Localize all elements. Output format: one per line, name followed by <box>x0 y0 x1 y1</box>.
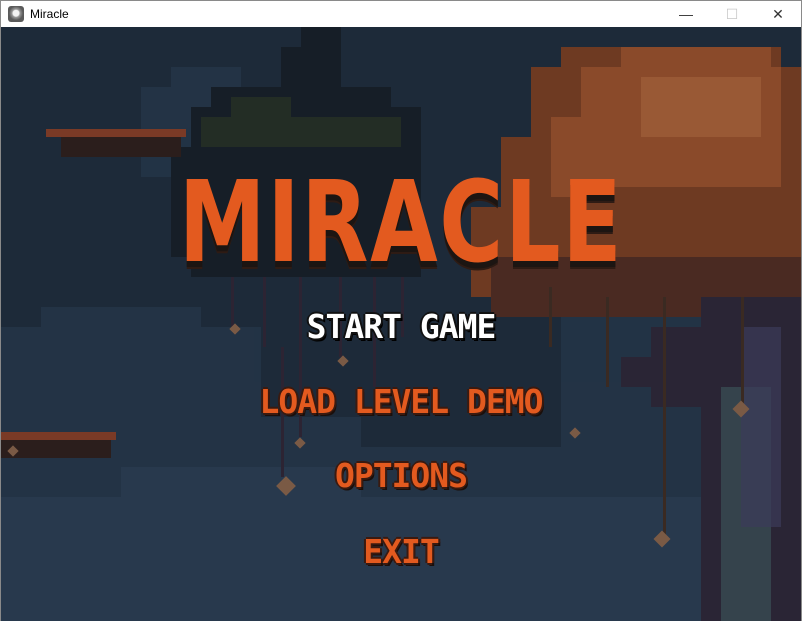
close-button[interactable]: ✕ <box>755 1 801 27</box>
start-game-button[interactable]: START GAME <box>1 310 801 343</box>
exit-button[interactable]: EXIT <box>1 535 801 568</box>
game-window: Miracle — ☐ ✕ MIRACLE START GAME LOAD LE… <box>0 0 802 621</box>
app-icon <box>8 6 24 22</box>
game-canvas[interactable]: MIRACLE START GAME LOAD LEVEL DEMO OPTIO… <box>1 27 801 621</box>
game-logo: MIRACLE <box>1 167 801 279</box>
window-title: Miracle <box>30 7 69 21</box>
title-bar[interactable]: Miracle — ☐ ✕ <box>1 1 801 27</box>
options-button[interactable]: OPTIONS <box>1 459 801 492</box>
maximize-button[interactable]: ☐ <box>709 1 755 27</box>
minimize-button[interactable]: — <box>663 1 709 27</box>
load-level-demo-button[interactable]: LOAD LEVEL DEMO <box>1 385 801 418</box>
logo-text: MIRACLE <box>178 158 624 288</box>
